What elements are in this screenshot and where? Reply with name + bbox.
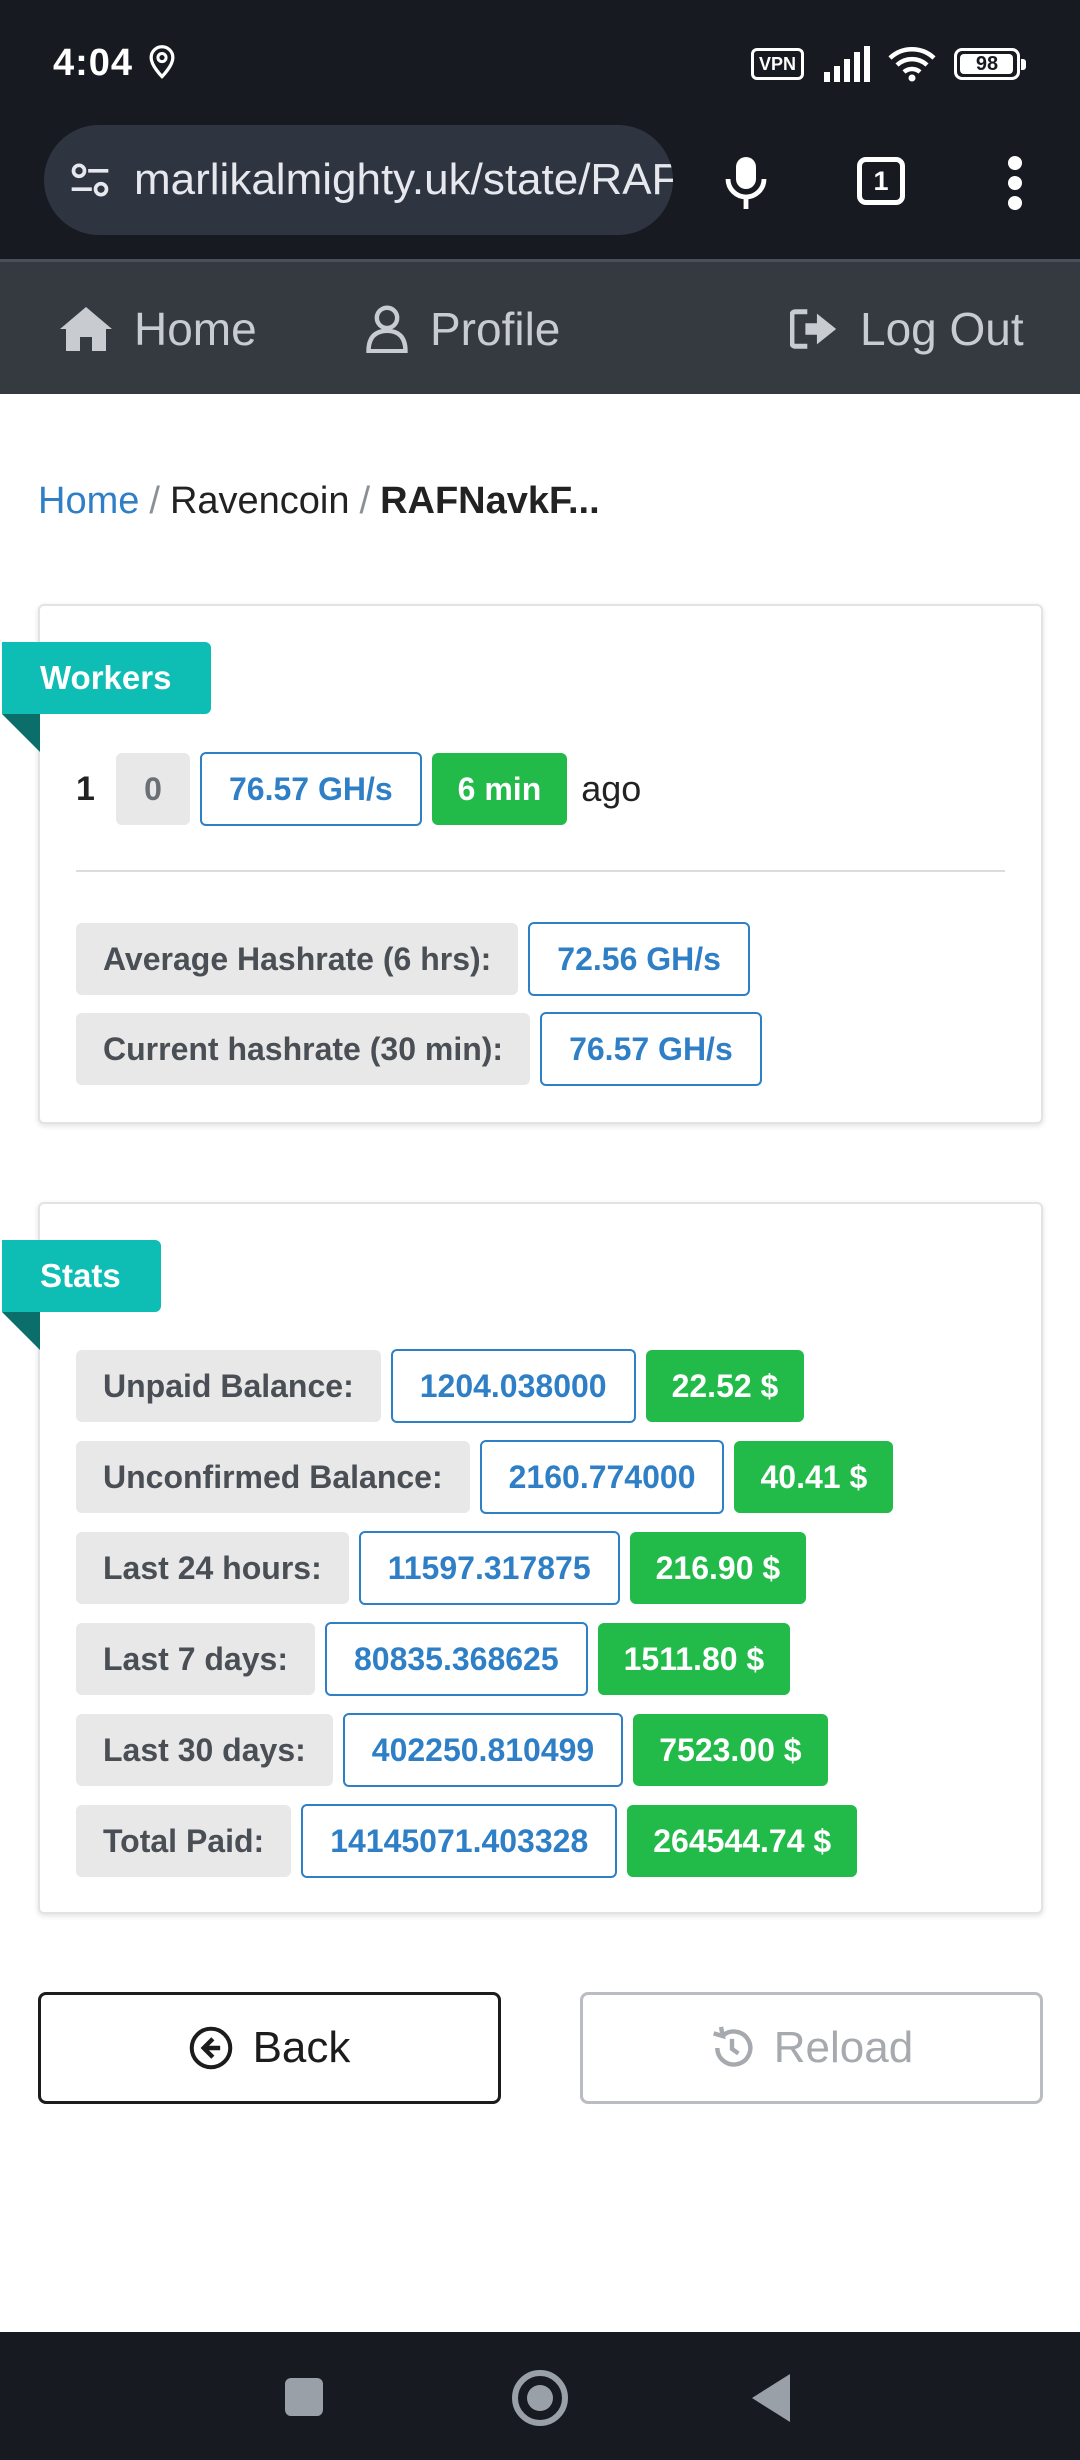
stat-value: 2160.774000 <box>479 1440 725 1514</box>
worker-last-seen: 6 min <box>431 753 568 825</box>
stat-row-unpaid: Unpaid Balance: 1204.038000 22.52 $ <box>76 1349 805 1423</box>
breadcrumb: Home / Ravencoin / RAFNavkF... <box>38 480 600 523</box>
current-hashrate-row: Current hashrate (30 min): 76.57 GH/s <box>76 1012 762 1086</box>
stat-row-unconfirmed: Unconfirmed Balance: 2160.774000 40.41 $ <box>76 1440 894 1514</box>
stat-value: 14145071.403328 <box>301 1804 618 1878</box>
stat-label: Total Paid: <box>76 1805 292 1877</box>
tab-switcher-button[interactable]: 1 <box>857 157 905 205</box>
stat-row-30d: Last 30 days: 402250.810499 7523.00 $ <box>76 1713 828 1787</box>
workers-title: Workers <box>2 642 212 714</box>
stat-label: Last 30 days: <box>76 1714 333 1786</box>
divider <box>76 870 1005 872</box>
nav-profile-label: Profile <box>430 303 561 355</box>
vpn-icon: VPN <box>750 48 804 80</box>
user-icon <box>366 305 408 353</box>
system-nav-bar <box>0 2332 1080 2460</box>
stat-usd: 264544.74 $ <box>627 1805 858 1877</box>
signal-icon <box>824 46 870 82</box>
nav-home-label: Home <box>134 303 257 355</box>
site-navbar: Home Profile Log Out <box>0 259 1080 394</box>
ribbon-fold <box>2 1312 40 1350</box>
stat-value: 11597.317875 <box>358 1531 620 1605</box>
back-label: Back <box>252 2023 351 2072</box>
stats-card: Stats Unpaid Balance: 1204.038000 22.52 … <box>2 1202 1043 1914</box>
nav-logout-label: Log Out <box>860 303 1024 355</box>
history-icon <box>712 2026 753 2067</box>
current-hashrate-value: 76.57 GH/s <box>540 1012 762 1086</box>
avg-hashrate-label: Average Hashrate (6 hrs): <box>76 923 519 995</box>
browser-toolbar: marlikalmighty.uk/state/RAFNavkF 1 <box>0 125 1080 259</box>
breadcrumb-separator: / <box>149 480 160 522</box>
home-button-icon[interactable] <box>512 2370 568 2426</box>
stat-usd: 7523.00 $ <box>633 1714 828 1786</box>
worker-ago-label: ago <box>581 768 642 809</box>
arrow-circle-left-icon <box>189 2026 232 2070</box>
status-time: 4:04 <box>53 42 134 84</box>
sign-out-icon <box>790 309 837 349</box>
workers-card: Workers 1 0 76.57 GH/s 6 min ago Average… <box>2 604 1043 1124</box>
breadcrumb-separator: / <box>359 480 371 522</box>
reload-button[interactable]: Reload <box>580 1992 1043 2104</box>
location-pin-icon <box>149 45 175 79</box>
stat-usd: 216.90 $ <box>629 1532 807 1604</box>
breadcrumb-address: RAFNavkF... <box>380 480 600 522</box>
address-bar[interactable]: marlikalmighty.uk/state/RAFNavkF <box>44 125 673 235</box>
stat-label: Unpaid Balance: <box>76 1350 381 1422</box>
wifi-icon <box>888 47 936 82</box>
battery-icon: 98 <box>954 48 1026 80</box>
more-options-icon[interactable] <box>1005 155 1025 211</box>
breadcrumb-coin[interactable]: Ravencoin <box>170 480 350 523</box>
stat-usd: 22.52 $ <box>645 1350 805 1422</box>
microphone-icon[interactable] <box>722 155 770 211</box>
url-text[interactable]: marlikalmighty.uk/state/RAFNavkF <box>134 155 673 205</box>
stat-value: 402250.810499 <box>342 1713 624 1787</box>
ribbon-fold <box>2 714 40 752</box>
stat-label: Last 24 hours: <box>76 1532 349 1604</box>
home-icon <box>60 307 112 351</box>
nav-profile[interactable]: Profile <box>364 302 560 356</box>
back-nav-icon[interactable] <box>752 2374 790 2422</box>
stat-value: 80835.368625 <box>324 1622 588 1696</box>
stat-label: Unconfirmed Balance: <box>76 1441 470 1513</box>
status-bar: 4:04 VPN 98 <box>0 0 1080 125</box>
stat-row-24h: Last 24 hours: 11597.317875 216.90 $ <box>76 1531 807 1605</box>
stat-usd: 1511.80 $ <box>597 1623 791 1695</box>
reload-label: Reload <box>773 2023 914 2072</box>
stat-row-7d: Last 7 days: 80835.368625 1511.80 $ <box>76 1622 791 1696</box>
breadcrumb-home[interactable]: Home <box>38 480 139 523</box>
nav-logout[interactable]: Log Out <box>790 302 1024 356</box>
back-button[interactable]: Back <box>38 1992 501 2104</box>
worker-row[interactable]: 1 0 76.57 GH/s 6 min ago <box>76 752 641 826</box>
stats-title: Stats <box>2 1240 161 1312</box>
current-hashrate-label: Current hashrate (30 min): <box>76 1013 531 1085</box>
recent-apps-icon[interactable] <box>285 2378 323 2416</box>
worker-badge: 0 <box>116 753 190 825</box>
stat-label: Last 7 days: <box>76 1623 315 1695</box>
site-settings-icon[interactable] <box>68 158 112 202</box>
battery-level: 98 <box>975 52 999 75</box>
worker-hashrate: 76.57 GH/s <box>200 752 422 826</box>
worker-index: 1 <box>76 769 95 808</box>
nav-home[interactable]: Home <box>58 302 257 356</box>
avg-hashrate-row: Average Hashrate (6 hrs): 72.56 GH/s <box>76 922 750 996</box>
stat-row-total-paid: Total Paid: 14145071.403328 264544.74 $ <box>76 1804 858 1878</box>
stat-usd: 40.41 $ <box>734 1441 894 1513</box>
avg-hashrate-value: 72.56 GH/s <box>528 922 750 996</box>
stat-value: 1204.038000 <box>390 1349 636 1423</box>
